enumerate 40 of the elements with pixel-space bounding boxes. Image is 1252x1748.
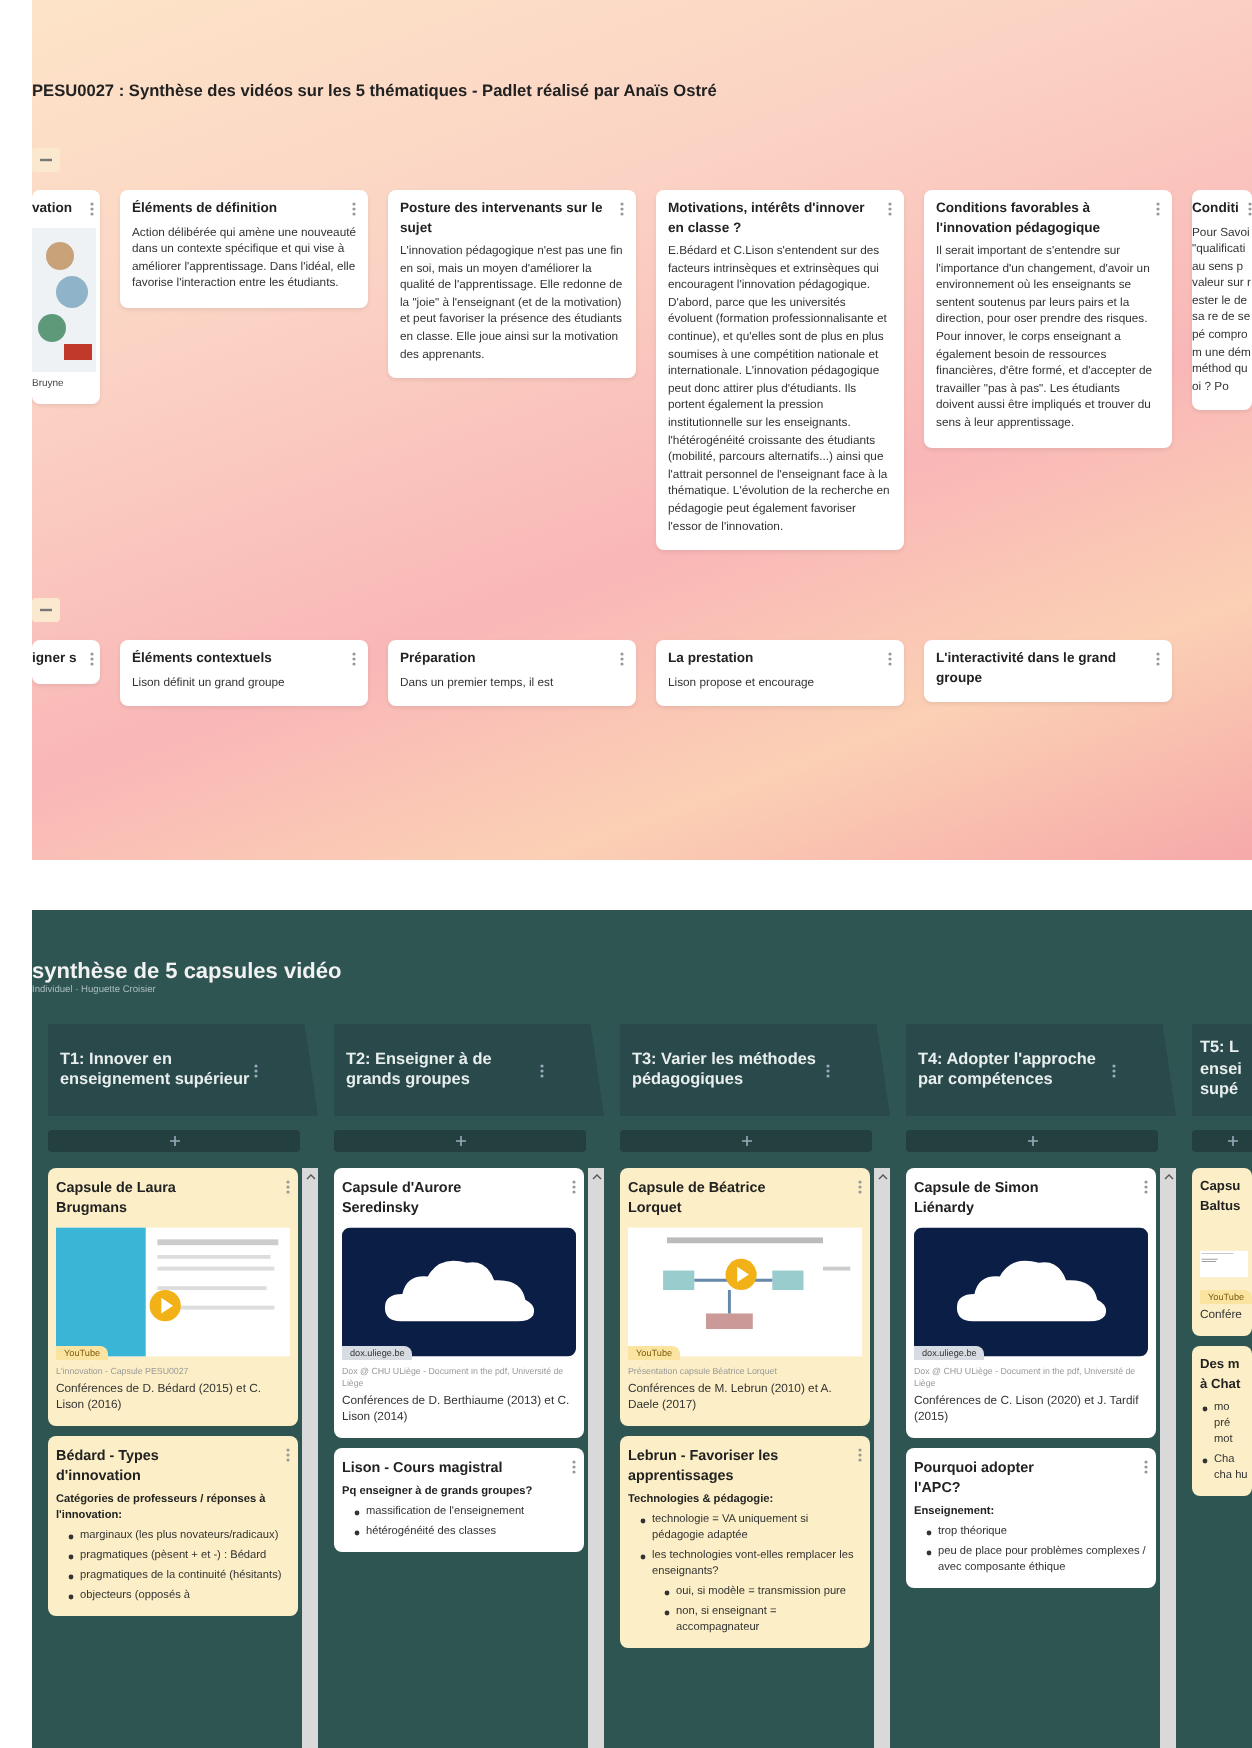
bullet-icon <box>68 1573 74 1579</box>
collapse-button[interactable] <box>32 148 60 172</box>
bullet-icon <box>1202 1405 1208 1411</box>
column-title: T2: Enseigner à de grands groupes <box>346 1049 494 1091</box>
bullet-icon <box>926 1549 932 1555</box>
scrollbar[interactable] <box>302 1168 318 1748</box>
bullet-icon <box>68 1593 74 1599</box>
scrollbar[interactable] <box>874 1168 890 1748</box>
column-title: T3: Varier les méthodes pédagogiques <box>632 1049 818 1091</box>
minus-icon <box>40 608 52 613</box>
board-title: synthèse de 5 capsules vidéo <box>32 960 344 984</box>
scroll-up-icon <box>1163 1174 1173 1180</box>
column-title: T5: L ensei supé <box>1200 1038 1244 1102</box>
scrollbar[interactable] <box>588 1168 604 1748</box>
scrollbar[interactable] <box>1160 1168 1176 1748</box>
plus-icon <box>1227 1136 1237 1146</box>
collapse-button[interactable] <box>32 598 60 623</box>
column-title: T4: Adopter l'approche par compétences <box>918 1049 1098 1091</box>
add-post-button[interactable] <box>1192 1130 1252 1152</box>
minus-icon <box>40 158 52 162</box>
scroll-up-icon <box>877 1174 887 1180</box>
bullet-icon <box>354 1509 360 1515</box>
column-title: T1: Innover en enseignement supérieur <box>60 1049 252 1091</box>
bullet-icon <box>664 1589 670 1595</box>
bullet-icon <box>640 1517 646 1523</box>
bullet-icon <box>640 1553 646 1559</box>
plus-icon <box>1027 1136 1037 1146</box>
plus-icon <box>741 1136 751 1146</box>
illustration-image <box>32 227 96 371</box>
scroll-up-icon <box>305 1174 315 1180</box>
board-title: PESU0027 : Synthèse des vidéos sur les 5 thématiques - Padlet réalisé par Anaïs Ostré <box>32 80 719 100</box>
plus-icon <box>455 1136 465 1146</box>
bullet-icon <box>1202 1457 1208 1463</box>
bullet-icon <box>354 1529 360 1535</box>
bullet-icon <box>664 1609 670 1615</box>
scroll-up-icon <box>591 1174 601 1180</box>
bullet-icon <box>926 1529 932 1535</box>
plus-icon <box>169 1136 179 1146</box>
bullet-icon <box>68 1533 74 1539</box>
bullet-icon <box>68 1553 74 1559</box>
